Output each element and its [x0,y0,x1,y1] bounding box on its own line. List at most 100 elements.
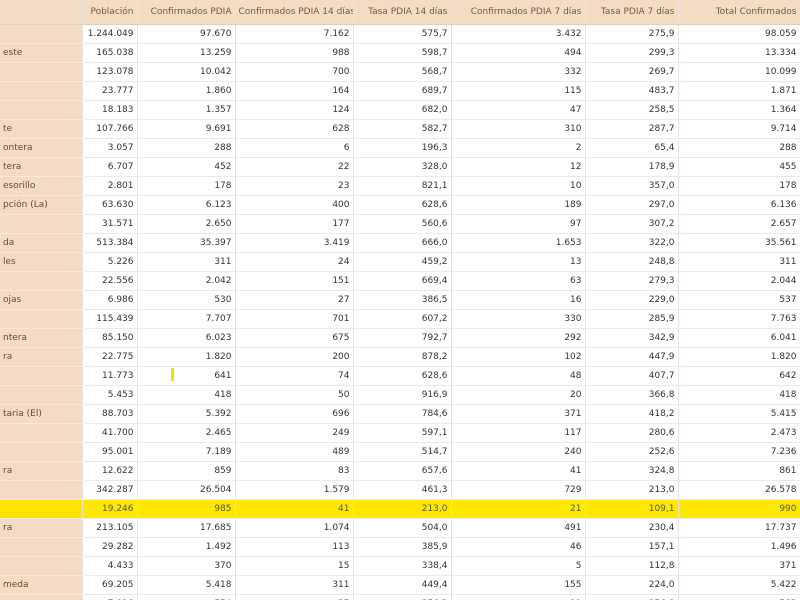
cell-confirmados-7-dias[interactable]: 46 [451,537,586,557]
header-poblacion[interactable]: Población [82,0,138,25]
cell-total-confirmados[interactable]: 98.059 [678,24,800,44]
cell-total-confirmados[interactable]: 17.737 [678,518,800,538]
cell-confirmados-pdia[interactable]: 1.357 [137,100,236,120]
cell-municipio[interactable] [0,499,83,519]
cell-tasa-7-dias[interactable]: 109,1 [585,499,679,519]
cell-tasa-14-dias[interactable]: 568,7 [353,62,452,82]
cell-confirmados-14-dias[interactable]: 311 [235,575,354,595]
cell-total-confirmados[interactable]: 537 [678,290,800,310]
cell-tasa-7-dias[interactable]: 65,4 [585,138,679,158]
cell-municipio[interactable]: ra [0,461,83,481]
cell-municipio[interactable]: les [0,252,83,272]
cell-confirmados-7-dias[interactable]: 2 [451,138,586,158]
cell-confirmados-pdia[interactable]: 859 [137,461,236,481]
cell-poblacion[interactable]: 63.630 [82,195,138,215]
cell-total-confirmados[interactable]: 13.334 [678,43,800,63]
cell-tasa-14-dias[interactable]: 597,1 [353,423,452,443]
cell-tasa-7-dias[interactable]: 213,0 [585,480,679,500]
cell-tasa-14-dias[interactable]: 575,7 [353,24,452,44]
cell-municipio[interactable]: tera [0,157,83,177]
cell-confirmados-14-dias[interactable]: 7.162 [235,24,354,44]
cell-confirmados-14-dias[interactable]: 3.419 [235,233,354,253]
cell-poblacion[interactable]: 19.246 [82,499,138,519]
cell-municipio[interactable]: ra [0,347,83,367]
cell-confirmados-14-dias[interactable]: 6 [235,138,354,158]
cell-tasa-14-dias[interactable]: 657,6 [353,461,452,481]
cell-confirmados-7-dias[interactable]: 115 [451,81,586,101]
cell-confirmados-14-dias[interactable]: 23 [235,176,354,196]
cell-poblacion[interactable]: 11.773 [82,366,138,386]
cell-confirmados-14-dias[interactable]: 22 [235,157,354,177]
cell-tasa-14-dias[interactable]: 628,6 [353,366,452,386]
cell-tasa-7-dias[interactable]: 230,4 [585,518,679,538]
cell-tasa-7-dias[interactable]: 287,7 [585,119,679,139]
cell-confirmados-pdia[interactable]: 985 [137,499,236,519]
cell-confirmados-14-dias[interactable]: 700 [235,62,354,82]
cell-municipio[interactable]: da [0,233,83,253]
cell-poblacion[interactable]: 6.707 [82,157,138,177]
cell-confirmados-pdia[interactable]: 7.707 [137,309,236,329]
cell-confirmados-14-dias[interactable]: 113 [235,537,354,557]
cell-confirmados-14-dias[interactable]: 124 [235,100,354,120]
cell-poblacion[interactable]: 85.150 [82,328,138,348]
cell-tasa-14-dias[interactable]: 607,2 [353,309,452,329]
header-confirmados-7-dias[interactable]: Confirmados PDIA 7 días [451,0,586,25]
cell-confirmados-pdia[interactable]: 2.650 [137,214,236,234]
cell-tasa-7-dias[interactable]: 324,8 [585,461,679,481]
cell-total-confirmados[interactable]: 9.714 [678,119,800,139]
cell-poblacion[interactable]: 31.571 [82,214,138,234]
cell-tasa-7-dias[interactable]: 483,7 [585,81,679,101]
cell-tasa-14-dias[interactable]: 338,4 [353,556,452,576]
cell-municipio[interactable] [0,366,83,386]
cell-confirmados-7-dias[interactable]: 491 [451,518,586,538]
cell-total-confirmados[interactable]: 35.561 [678,233,800,253]
cell-poblacion[interactable]: 213.105 [82,518,138,538]
cell-total-confirmados[interactable]: 2.044 [678,271,800,291]
cell-confirmados-pdia[interactable]: 418 [137,385,236,405]
cell-poblacion[interactable]: 88.703 [82,404,138,424]
cell-tasa-14-dias[interactable]: 666,0 [353,233,452,253]
cell-confirmados-14-dias[interactable]: 400 [235,195,354,215]
header-confirmados-14-dias[interactable]: Confirmados PDIA 14 días [235,0,354,25]
cell-confirmados-7-dias[interactable]: 117 [451,423,586,443]
cell-municipio[interactable]: ojas [0,290,83,310]
cell-confirmados-7-dias[interactable]: 20 [451,385,586,405]
cell-poblacion[interactable]: 95.001 [82,442,138,462]
cell-confirmados-14-dias[interactable]: 249 [235,423,354,443]
cell-poblacion[interactable]: 123.078 [82,62,138,82]
cell-confirmados-14-dias[interactable]: 74 [235,366,354,386]
cell-total-confirmados[interactable]: 562 [678,594,800,600]
cell-confirmados-pdia[interactable]: 5.392 [137,404,236,424]
cell-poblacion[interactable]: 29.282 [82,537,138,557]
cell-total-confirmados[interactable]: 1.364 [678,100,800,120]
cell-poblacion[interactable]: 23.777 [82,81,138,101]
cell-tasa-7-dias[interactable]: 322,0 [585,233,679,253]
cell-municipio[interactable] [0,24,83,44]
cell-confirmados-14-dias[interactable]: 988 [235,43,354,63]
cell-tasa-7-dias[interactable]: 357,0 [585,176,679,196]
cell-municipio[interactable] [0,214,83,234]
cell-confirmados-7-dias[interactable]: 494 [451,43,586,63]
cell-municipio[interactable]: te [0,119,83,139]
cell-municipio[interactable]: esorillo [0,176,83,196]
header-total-confirmados[interactable]: Total Confirmados [678,0,800,25]
cell-confirmados-pdia[interactable]: 2.465 [137,423,236,443]
cell-tasa-7-dias[interactable]: 252,6 [585,442,679,462]
cell-tasa-14-dias[interactable]: 916,9 [353,385,452,405]
cell-municipio[interactable] [0,594,83,600]
cell-confirmados-7-dias[interactable]: 12 [451,157,586,177]
cell-poblacion[interactable]: 7.016 [82,594,138,600]
cell-poblacion[interactable]: 107.766 [82,119,138,139]
cell-poblacion[interactable]: 12.622 [82,461,138,481]
header-tasa-7-dias[interactable]: Tasa PDIA 7 días [585,0,679,25]
cell-tasa-14-dias[interactable]: 459,2 [353,252,452,272]
cell-total-confirmados[interactable]: 1.496 [678,537,800,557]
cell-confirmados-14-dias[interactable]: 628 [235,119,354,139]
cell-tasa-14-dias[interactable]: 784,6 [353,404,452,424]
cell-tasa-7-dias[interactable]: 307,2 [585,214,679,234]
cell-tasa-14-dias[interactable]: 504,0 [353,518,452,538]
cell-tasa-14-dias[interactable]: 598,7 [353,43,452,63]
cell-confirmados-pdia[interactable]: 311 [137,252,236,272]
cell-confirmados-7-dias[interactable]: 13 [451,252,586,272]
cell-total-confirmados[interactable]: 288 [678,138,800,158]
